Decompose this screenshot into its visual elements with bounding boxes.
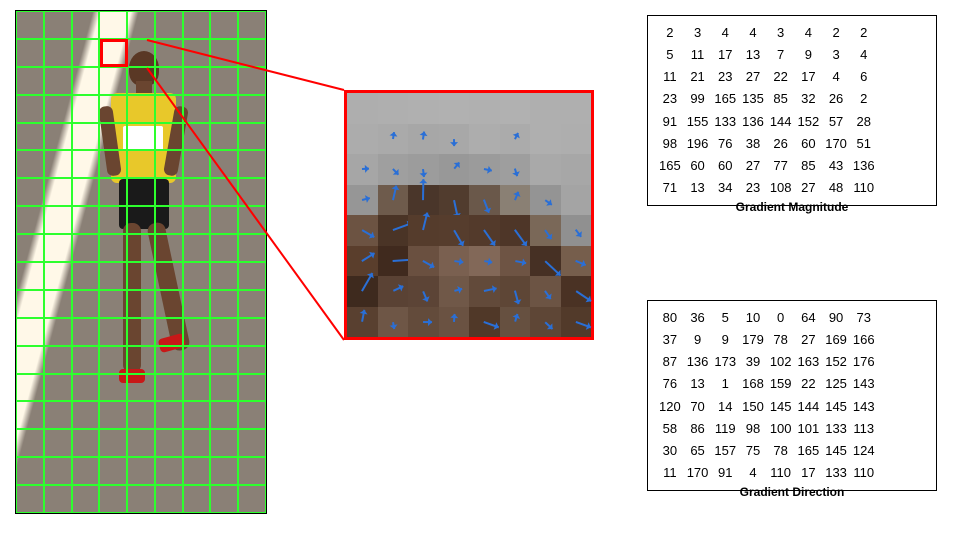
- gradient-direction-matrix: 8036510064907337991797827169166871361733…: [647, 300, 937, 491]
- gradient-magnitude-label: Gradient Magnitude: [647, 200, 937, 214]
- zoomed-patch: [344, 90, 594, 340]
- gradient-direction-label: Gradient Direction: [647, 485, 937, 499]
- gradient-magnitude-matrix: 2344342251117137934112123272217462399165…: [647, 15, 937, 206]
